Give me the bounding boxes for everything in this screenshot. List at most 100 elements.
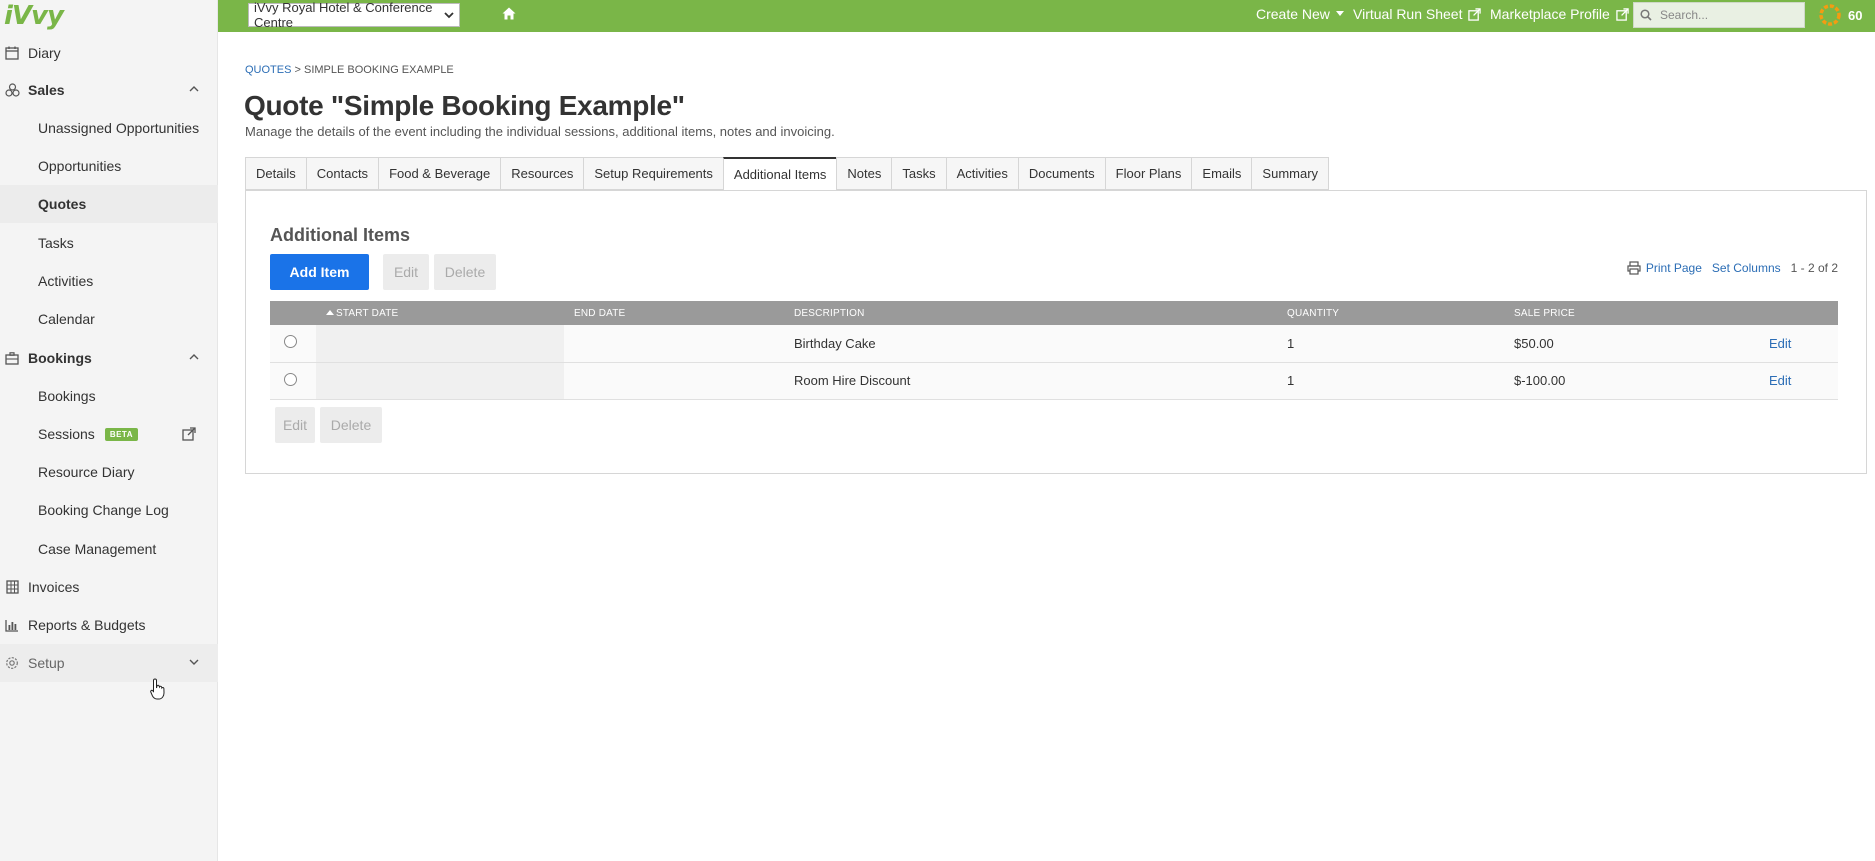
chevron-down-icon — [444, 12, 454, 19]
sidebar-item-sales[interactable]: Sales — [0, 71, 218, 109]
tab-activities[interactable]: Activities — [945, 157, 1018, 190]
row-edit-link[interactable]: Edit — [1769, 373, 1791, 388]
tab-food-beverage[interactable]: Food & Beverage — [378, 157, 501, 190]
tab-notes[interactable]: Notes — [836, 157, 892, 190]
sidebar-item-case-management[interactable]: Case Management — [0, 530, 218, 568]
tab-additional-items[interactable]: Additional Items — [722, 157, 837, 191]
row-select-cell — [270, 362, 316, 400]
sidebar-item-tasks[interactable]: Tasks — [0, 224, 218, 262]
delete-button-bottom[interactable]: Delete — [320, 407, 382, 443]
column-header-start-date[interactable]: Start Date — [316, 301, 564, 325]
quantity-cell: 1 — [1277, 325, 1504, 363]
sidebar-item-label: Diary — [28, 45, 61, 61]
venue-select[interactable]: iVvy Royal Hotel & Conference Centre — [248, 0, 460, 30]
sidebar: iVvy Diary Sales Unassigned Opportunitie… — [0, 0, 218, 861]
row-select-radio[interactable] — [284, 335, 297, 349]
marketplace-profile-label: Marketplace Profile — [1490, 6, 1610, 22]
external-link-icon[interactable] — [182, 427, 196, 441]
edit-button-top[interactable]: Edit — [383, 254, 429, 290]
column-header-end-date[interactable]: End Date — [564, 301, 784, 325]
sidebar-item-opportunities[interactable]: Opportunities — [0, 147, 218, 185]
breadcrumb-separator: > — [291, 64, 304, 76]
sidebar-item-label: Calendar — [38, 311, 95, 327]
chevron-up-icon[interactable] — [188, 83, 200, 95]
tab-documents[interactable]: Documents — [1017, 157, 1105, 190]
column-header-description[interactable]: Description — [784, 301, 1277, 325]
printer-icon — [1627, 261, 1641, 275]
row-select-radio[interactable] — [284, 372, 297, 386]
sidebar-item-calendar[interactable]: Calendar — [0, 300, 218, 338]
sidebar-item-reports-budgets[interactable]: Reports & Budgets — [0, 606, 218, 644]
tab-contacts[interactable]: Contacts — [305, 157, 379, 190]
sidebar-item-bookings-section[interactable]: Bookings — [0, 339, 218, 377]
action-cell: Edit — [1759, 362, 1838, 400]
sidebar-item-unassigned-opportunities[interactable]: Unassigned Opportunities — [0, 109, 218, 147]
set-columns-link[interactable]: Set Columns — [1712, 261, 1781, 275]
sidebar-item-label: Quotes — [38, 196, 87, 212]
quantity-cell: 1 — [1277, 362, 1504, 400]
sidebar-item-sessions[interactable]: Sessions BETA — [0, 415, 218, 453]
sidebar-item-label: Sessions — [38, 426, 95, 442]
external-link-icon — [1616, 7, 1629, 21]
sidebar-item-resource-diary[interactable]: Resource Diary — [0, 453, 218, 491]
tab-floor-plans[interactable]: Floor Plans — [1104, 157, 1192, 190]
sidebar-item-label: Reports & Budgets — [28, 617, 146, 633]
sidebar-item-activities[interactable]: Activities — [0, 262, 218, 300]
sidebar-item-booking-change-log[interactable]: Booking Change Log — [0, 491, 218, 529]
virtual-run-sheet-link[interactable]: Virtual Run Sheet — [1353, 6, 1482, 22]
sidebar-item-label: Activities — [38, 273, 94, 289]
gear-icon — [4, 655, 20, 671]
delete-button-top[interactable]: Delete — [434, 254, 496, 290]
sidebar-item-diary[interactable]: Diary — [0, 34, 218, 72]
tab-details[interactable]: Details — [245, 157, 306, 190]
chevron-down-icon[interactable] — [188, 656, 200, 668]
breadcrumb-quotes-link[interactable]: QUOTES — [245, 64, 291, 76]
sidebar-item-setup[interactable]: Setup — [0, 644, 218, 682]
add-item-button[interactable]: Add Item — [270, 254, 369, 290]
page-title: Quote "Simple Booking Example" — [244, 90, 685, 121]
sidebar-item-label: Case Management — [38, 541, 157, 557]
sidebar-item-label: Invoices — [28, 579, 80, 595]
sort-ascending-icon — [326, 310, 334, 316]
beta-badge: BETA — [104, 427, 138, 441]
start-date-cell — [316, 325, 564, 363]
additional-items-table: Start Date End Date Description Quantity… — [270, 301, 1838, 400]
edit-button-bottom[interactable]: Edit — [275, 407, 315, 443]
chevron-up-icon[interactable] — [188, 351, 200, 363]
sidebar-item-label: Sales — [28, 82, 65, 98]
print-page-link[interactable]: Print Page — [1627, 261, 1702, 275]
print-page-label: Print Page — [1645, 261, 1702, 275]
tab-tasks[interactable]: Tasks — [891, 157, 946, 190]
table-row[interactable]: Room Hire Discount 1 $-100.00 Edit — [270, 362, 1838, 400]
sidebar-item-label: Resource Diary — [38, 464, 135, 480]
search-input[interactable]: Search... — [1633, 2, 1805, 28]
end-date-cell — [564, 362, 784, 400]
tab-resources[interactable]: Resources — [500, 157, 584, 190]
sale-price-cell: $50.00 — [1504, 325, 1759, 363]
tab-setup-requirements[interactable]: Setup Requirements — [583, 157, 723, 190]
sidebar-item-invoices[interactable]: Invoices — [0, 568, 218, 606]
column-header-quantity[interactable]: Quantity — [1277, 301, 1504, 325]
row-select-cell — [270, 325, 316, 363]
column-header-sale-price[interactable]: Sale Price — [1504, 301, 1759, 325]
create-new-menu[interactable]: Create New — [1256, 6, 1344, 22]
tab-emails[interactable]: Emails — [1191, 157, 1252, 190]
tab-summary[interactable]: Summary — [1251, 157, 1330, 190]
caret-down-icon — [1335, 11, 1344, 16]
table-row[interactable]: Birthday Cake 1 $50.00 Edit — [270, 325, 1838, 363]
page-subtitle: Manage the details of the event includin… — [245, 124, 835, 139]
external-link-icon — [1468, 7, 1482, 21]
panel-title: Additional Items — [270, 225, 411, 245]
table-header-row: Start Date End Date Description Quantity… — [270, 301, 1838, 325]
row-edit-link[interactable]: Edit — [1769, 336, 1791, 351]
breadcrumb: QUOTES > SIMPLE BOOKING EXAMPLE — [245, 64, 454, 76]
marketplace-profile-link[interactable]: Marketplace Profile — [1490, 6, 1629, 22]
ivvy-logo[interactable]: iVvy — [0, 0, 217, 32]
sidebar-item-bookings[interactable]: Bookings — [0, 377, 218, 415]
score-widget[interactable]: 60 — [1818, 3, 1862, 27]
additional-items-panel: Additional Items Add Item Edit Delete Pr… — [245, 190, 1867, 474]
tab-bar: Details Contacts Food & Beverage Resourc… — [245, 157, 1330, 191]
score-value: 60 — [1848, 7, 1863, 23]
home-icon[interactable] — [502, 7, 516, 20]
sidebar-item-quotes[interactable]: Quotes — [0, 185, 218, 223]
